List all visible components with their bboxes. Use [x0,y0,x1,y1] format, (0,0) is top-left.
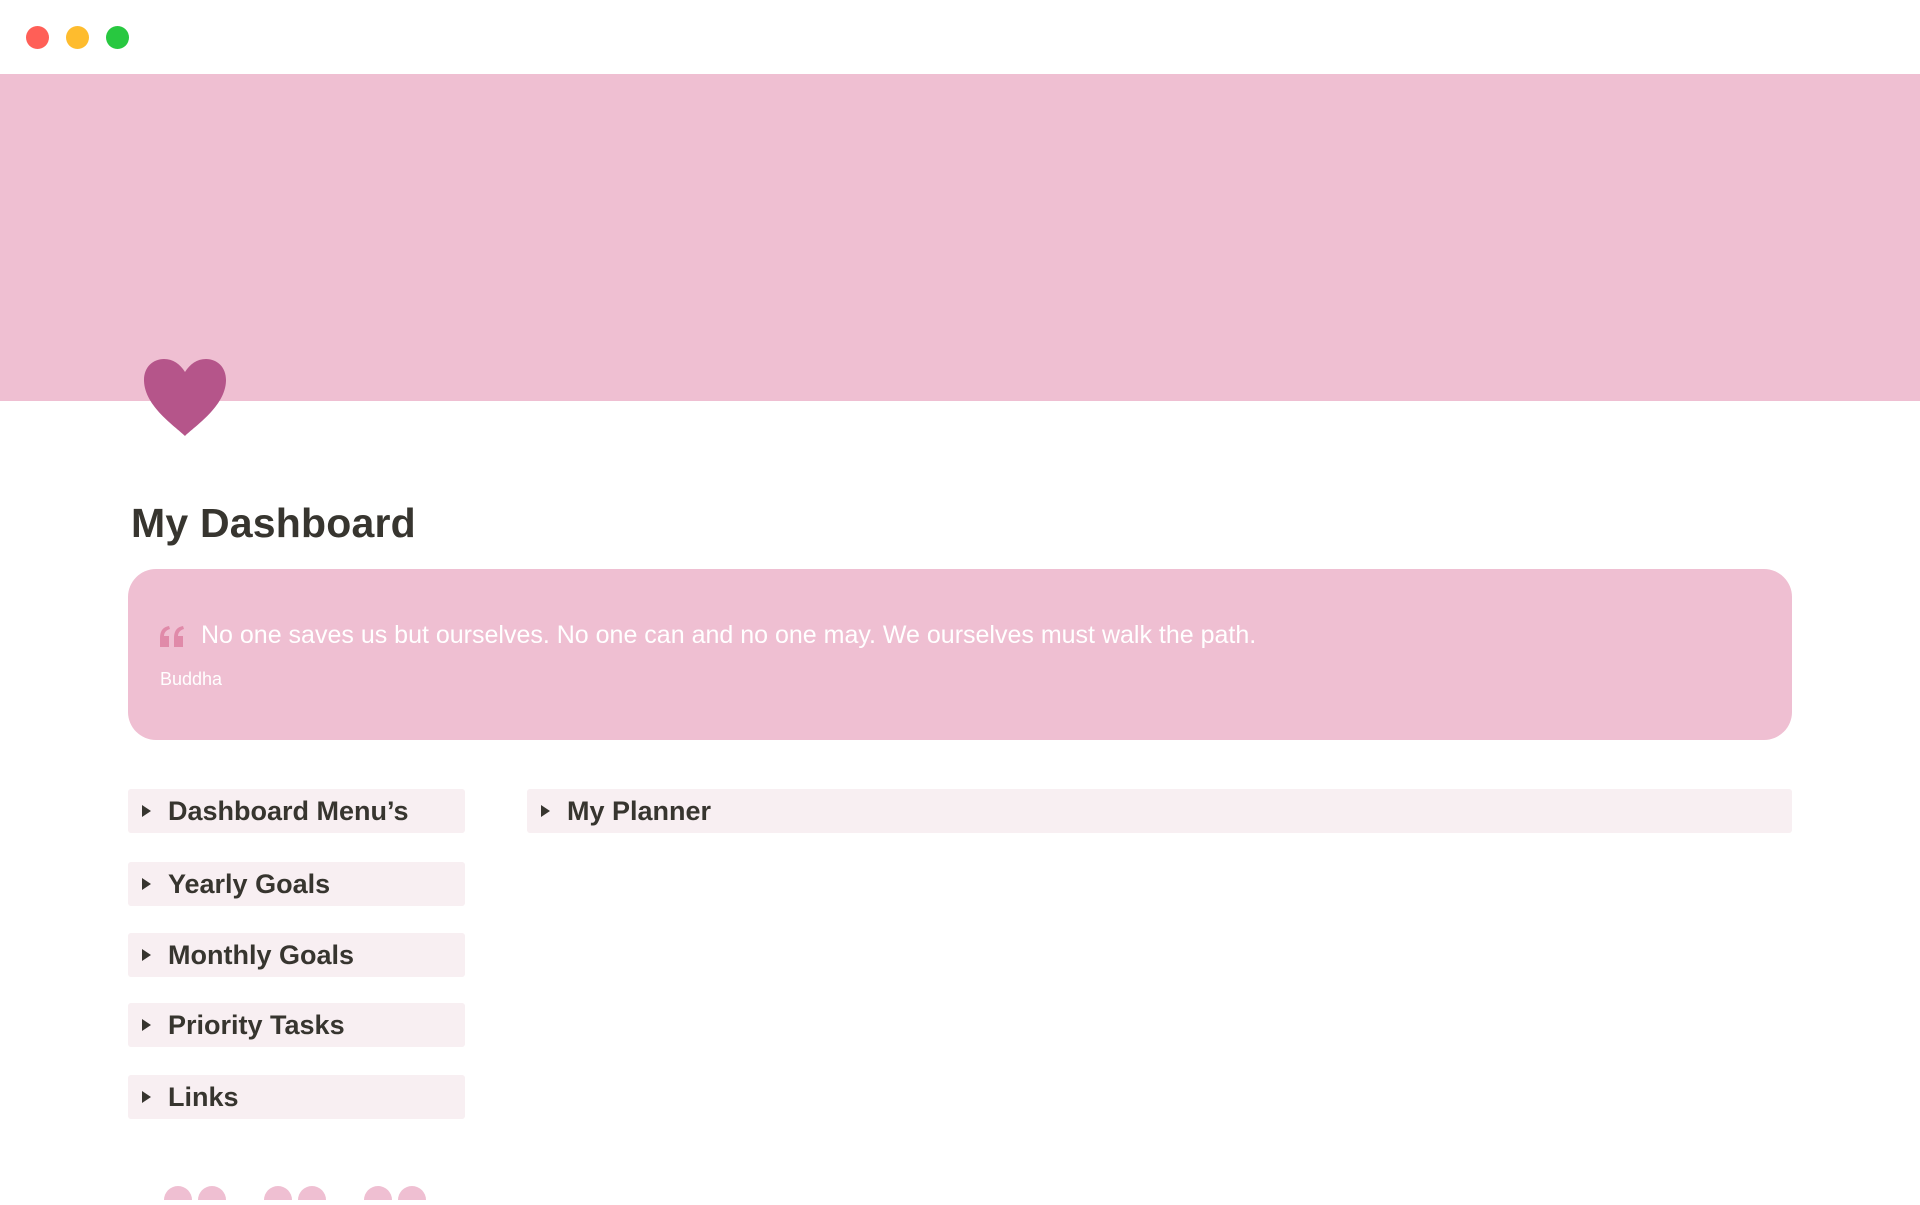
toggle-monthly-goals[interactable]: Monthly Goals [128,933,465,977]
toggle-label: Links [168,1082,239,1112]
toggle-my-planner[interactable]: My Planner [527,789,1792,833]
toggle-arrow-icon[interactable] [541,805,550,817]
toggle-arrow-icon[interactable] [142,1019,151,1031]
maximize-window-button[interactable] [106,26,129,49]
toggle-arrow-icon[interactable] [142,878,151,890]
toggle-label: My Planner [567,796,712,826]
toggle-links[interactable]: Links [128,1075,465,1119]
toggle-dashboard-menus[interactable]: Dashboard Menu’s [128,789,465,833]
toggle-label: Yearly Goals [168,869,331,899]
page-cover[interactable] [0,74,1920,401]
window-titlebar [0,0,1920,74]
quote-icon [158,625,186,649]
toggle-label: Priority Tasks [168,1010,345,1040]
page-title[interactable]: My Dashboard [131,500,416,547]
heart-icon[interactable] [140,356,230,440]
toggle-arrow-icon[interactable] [142,949,151,961]
decorative-hearts-partial [160,1174,460,1205]
toggle-priority-tasks[interactable]: Priority Tasks [128,1003,465,1047]
quote-text: No one saves us but ourselves. No one ca… [201,621,1257,649]
toggle-label: Monthly Goals [168,940,355,970]
toggle-arrow-icon[interactable] [142,805,151,817]
quote-callout: No one saves us but ourselves. No one ca… [128,569,1792,740]
toggle-label: Dashboard Menu’s [168,796,409,826]
quote-author: Buddha [160,669,223,689]
close-window-button[interactable] [26,26,49,49]
minimize-window-button[interactable] [66,26,89,49]
toggle-arrow-icon[interactable] [142,1091,151,1103]
toggle-yearly-goals[interactable]: Yearly Goals [128,862,465,906]
